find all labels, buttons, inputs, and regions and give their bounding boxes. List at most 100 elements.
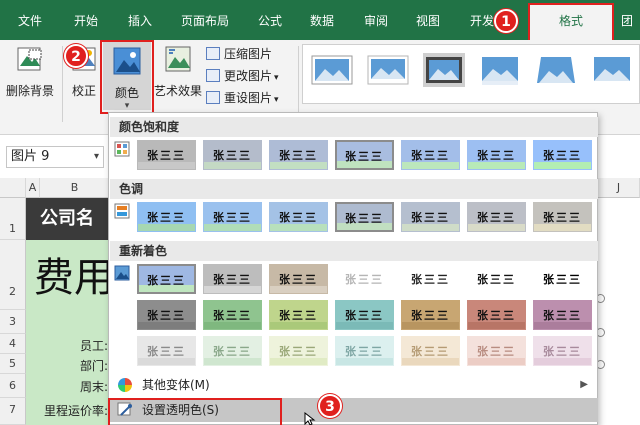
tab-insert[interactable]: 插入: [120, 0, 160, 40]
tone-icon: [114, 203, 130, 219]
change-picture-label: 更改图片: [224, 69, 273, 83]
tab-view[interactable]: 视图: [408, 0, 448, 40]
swatch-text: 张三三: [279, 309, 318, 322]
swatch-band: [468, 322, 525, 329]
set-transparent-color-item[interactable]: 设置透明色(S): [110, 398, 598, 422]
recolor-swatch[interactable]: 张三三: [203, 300, 262, 330]
reset-picture-button[interactable]: 重设图片 ▾: [206, 88, 279, 108]
saturation-swatch[interactable]: 张三三: [137, 140, 196, 170]
recolor-swatch[interactable]: 张三三: [401, 300, 460, 330]
saturation-swatch[interactable]: 张三三: [269, 140, 328, 170]
recolor-swatch[interactable]: 张三三: [467, 336, 526, 366]
recolor-swatch[interactable]: 张三三: [467, 300, 526, 330]
swatch-text: 张三三: [477, 149, 516, 162]
recolor-swatch[interactable]: 张三三: [401, 336, 460, 366]
recolor-swatch[interactable]: 张三三: [533, 264, 592, 294]
swatch-band: [138, 358, 195, 365]
tone-swatch[interactable]: 张三三: [335, 202, 394, 232]
compress-pictures-button[interactable]: 压缩图片: [206, 44, 272, 64]
tab-team[interactable]: 团: [612, 0, 640, 40]
swatch-text: 张三三: [411, 273, 450, 286]
row-header-3[interactable]: 3: [0, 310, 26, 334]
tab-data[interactable]: 数据: [302, 0, 342, 40]
more-variants-item[interactable]: 其他变体(M) ▶: [110, 373, 598, 397]
swatch-band: [534, 162, 591, 169]
swatch-text: 张三三: [147, 309, 186, 322]
swatch-text: 张三三: [477, 211, 516, 224]
compress-icon: [206, 47, 220, 60]
color-button[interactable]: 颜色 ▾: [103, 42, 151, 111]
tone-swatch[interactable]: 张三三: [137, 202, 196, 232]
row-header-6[interactable]: 6: [0, 374, 26, 398]
recolor-swatch[interactable]: 张三三: [533, 300, 592, 330]
step-badge-3: 3: [318, 394, 342, 418]
row-header-5[interactable]: 5: [0, 354, 26, 374]
swatch-band: [468, 358, 525, 365]
saturation-swatch[interactable]: 张三三: [533, 140, 592, 170]
tone-swatch[interactable]: 张三三: [533, 202, 592, 232]
tone-swatch[interactable]: 张三三: [203, 202, 262, 232]
recolor-swatch[interactable]: 张三三: [335, 336, 394, 366]
picture-style-thumb[interactable]: [311, 53, 353, 87]
tone-swatch[interactable]: 张三三: [269, 202, 328, 232]
swatch-band: [534, 286, 591, 293]
picture-style-thumb[interactable]: [591, 53, 633, 87]
chevron-down-icon: ▾: [274, 95, 279, 105]
recolor-swatch[interactable]: 张三三: [203, 336, 262, 366]
tab-home[interactable]: 开始: [66, 0, 106, 40]
picture-style-thumb[interactable]: [479, 53, 521, 87]
swatch-band: [270, 286, 327, 293]
recolor-swatch[interactable]: 张三三: [335, 300, 394, 330]
column-header-a[interactable]: A: [26, 178, 40, 198]
recolor-swatch[interactable]: 张三三: [467, 264, 526, 294]
recolor-swatch[interactable]: 张三三: [269, 336, 328, 366]
tab-file[interactable]: 文件: [10, 0, 50, 40]
row-header-7[interactable]: 7: [0, 398, 26, 425]
recolor-swatch[interactable]: 张三三: [269, 300, 328, 330]
chevron-down-icon: ▾: [93, 151, 99, 162]
chevron-down-icon: ▾: [124, 101, 130, 111]
tone-swatch[interactable]: 张三三: [401, 202, 460, 232]
recolor-swatch[interactable]: 张三三: [137, 264, 196, 294]
tab-review[interactable]: 审阅: [356, 0, 396, 40]
swatch-text: 张三三: [213, 211, 252, 224]
column-header-b[interactable]: B: [40, 178, 110, 198]
row-header-2[interactable]: 2: [0, 240, 26, 310]
recolor-swatch[interactable]: 张三三: [137, 300, 196, 330]
swatch-band: [270, 322, 327, 329]
swatch-text: 张三三: [345, 212, 384, 225]
saturation-swatch[interactable]: 张三三: [203, 140, 262, 170]
tab-format[interactable]: 格式: [530, 4, 612, 40]
swatch-text: 张三三: [477, 309, 516, 322]
tab-page-layout[interactable]: 页面布局: [172, 0, 238, 40]
picture-style-thumb[interactable]: [535, 53, 577, 87]
select-all-corner[interactable]: [0, 178, 26, 198]
recolor-swatch[interactable]: 张三三: [335, 264, 394, 294]
change-picture-button[interactable]: 更改图片 ▾: [206, 66, 279, 86]
tab-formulas[interactable]: 公式: [250, 0, 290, 40]
picture-style-thumb[interactable]: [423, 53, 465, 87]
recolor-swatch[interactable]: 张三三: [269, 264, 328, 294]
artistic-effects-button[interactable]: 艺术效果: [153, 44, 203, 106]
row-header-4[interactable]: 4: [0, 334, 26, 354]
swatch-band: [402, 322, 459, 329]
picture-style-thumb[interactable]: [367, 53, 409, 87]
remove-background-button[interactable]: 删除背景: [4, 44, 56, 106]
column-header-j[interactable]: J: [598, 178, 640, 198]
compress-label: 压缩图片: [224, 47, 273, 61]
saturation-swatch[interactable]: 张三三: [335, 140, 394, 170]
swatch-text: 张三三: [279, 211, 318, 224]
saturation-swatch[interactable]: 张三三: [401, 140, 460, 170]
recolor-swatch[interactable]: 张三三: [533, 336, 592, 366]
tone-swatch[interactable]: 张三三: [467, 202, 526, 232]
swatch-band: [270, 162, 327, 169]
name-box[interactable]: 图片 9 ▾: [6, 146, 104, 168]
recolor-swatch[interactable]: 张三三: [203, 264, 262, 294]
swatch-band: [204, 322, 261, 329]
recolor-swatch[interactable]: 张三三: [401, 264, 460, 294]
saturation-swatch[interactable]: 张三三: [467, 140, 526, 170]
company-name-cell[interactable]: 公司名: [26, 198, 110, 240]
row-header-1[interactable]: 1: [0, 198, 26, 240]
recolor-swatch[interactable]: 张三三: [137, 336, 196, 366]
swatch-band: [270, 358, 327, 365]
